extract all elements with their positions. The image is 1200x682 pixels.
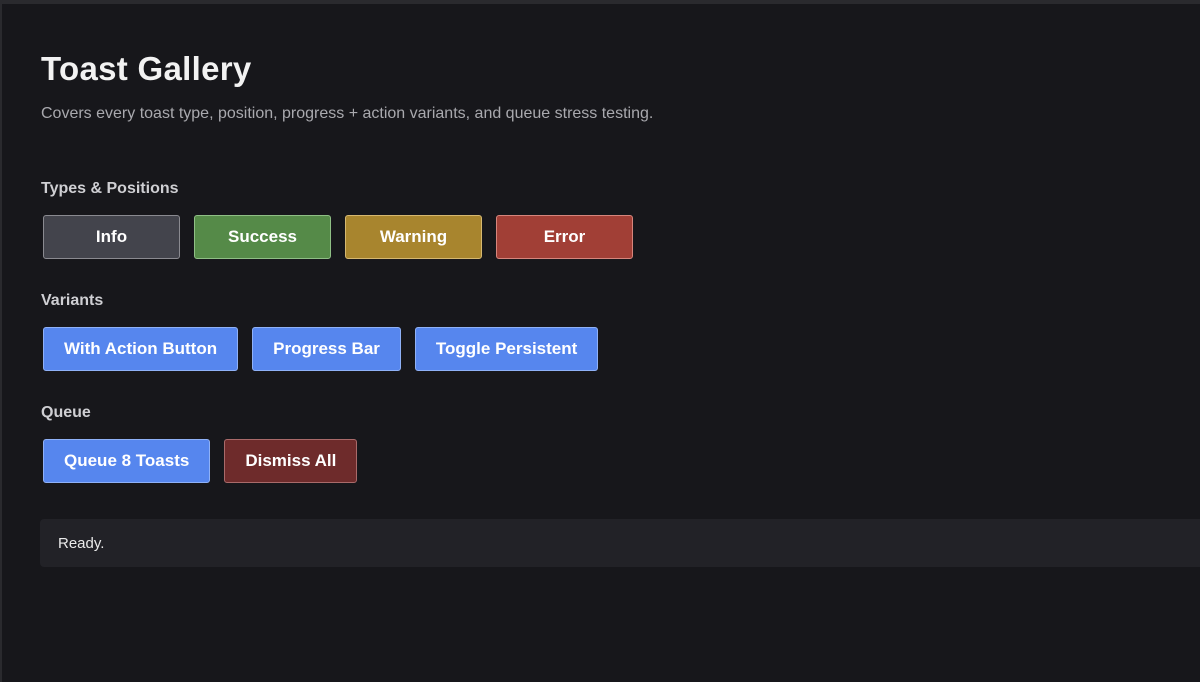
section-label-types: Types & Positions <box>41 180 179 197</box>
dismiss-all-button[interactable]: Dismiss All <box>224 439 358 483</box>
page-title: Toast Gallery <box>41 50 252 87</box>
types-button-row: Info Success Warning Error <box>43 215 633 259</box>
queue-toasts-button[interactable]: Queue 8 Toasts <box>43 439 211 483</box>
toggle-persistent-button[interactable]: Toggle Persistent <box>414 327 599 371</box>
warning-toast-button[interactable]: Warning <box>345 215 482 259</box>
status-text: Ready. <box>58 534 105 552</box>
queue-button-row: Queue 8 Toasts Dismiss All <box>43 439 358 483</box>
info-toast-button[interactable]: Info <box>43 215 180 259</box>
progress-bar-toast-button[interactable]: Progress Bar <box>252 327 401 371</box>
error-toast-button[interactable]: Error <box>496 215 633 259</box>
section-label-queue: Queue <box>41 404 91 421</box>
section-label-variants: Variants <box>41 292 104 309</box>
status-bar: Ready. <box>40 519 1200 567</box>
app-window: Toast Gallery Covers every toast type, p… <box>2 4 1200 682</box>
action-button-toast-button[interactable]: With Action Button <box>43 327 239 371</box>
variants-button-row: With Action Button Progress Bar Toggle P… <box>43 327 599 371</box>
page-subtitle: Covers every toast type, position, progr… <box>41 105 654 122</box>
success-toast-button[interactable]: Success <box>194 215 331 259</box>
